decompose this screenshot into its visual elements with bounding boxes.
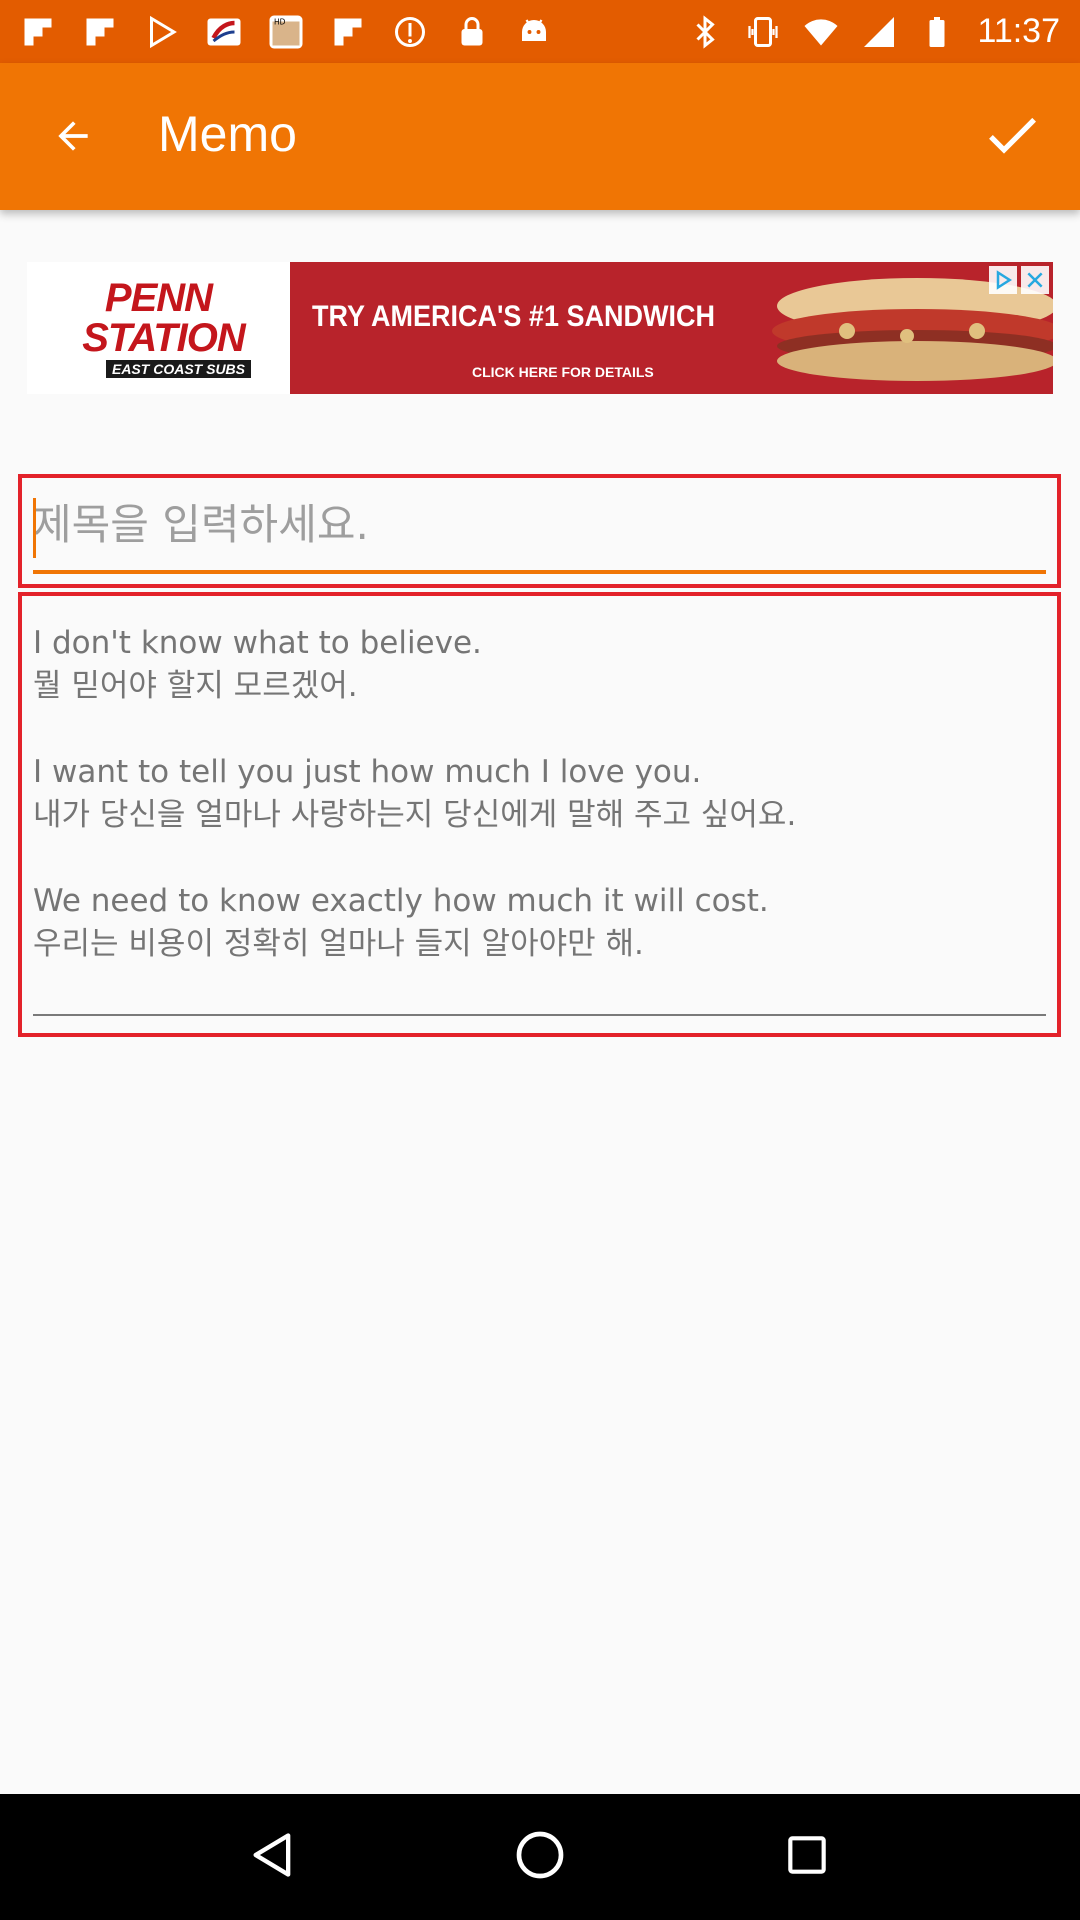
nav-home-icon bbox=[512, 1827, 568, 1887]
nav-recents-icon bbox=[782, 1830, 832, 1884]
android-icon bbox=[516, 14, 552, 50]
status-bar: HD 11:37 bbox=[0, 0, 1080, 63]
nav-home-button[interactable] bbox=[495, 1812, 585, 1902]
wifi-icon bbox=[803, 14, 839, 50]
system-status: 11:37 bbox=[687, 12, 1060, 51]
ad-logo: PENN STATION EAST COAST SUBS bbox=[27, 262, 290, 394]
body-underline bbox=[33, 1014, 1046, 1016]
memo-body-text[interactable]: I don't know what to believe. 뭘 믿어야 할지 모… bbox=[33, 622, 1046, 966]
arrow-back-icon bbox=[51, 114, 95, 162]
close-icon[interactable] bbox=[1021, 266, 1049, 294]
ad-choices bbox=[989, 266, 1049, 294]
play-store-icon bbox=[144, 14, 180, 50]
title-underline bbox=[33, 570, 1046, 574]
flipboard-icon bbox=[20, 14, 56, 50]
nav-recents-button[interactable] bbox=[762, 1812, 852, 1902]
info-circle-icon bbox=[392, 14, 428, 50]
hd-photo-icon: HD bbox=[268, 14, 304, 50]
body-field-container[interactable]: I don't know what to believe. 뭘 믿어야 할지 모… bbox=[18, 592, 1061, 1037]
nav-back-button[interactable] bbox=[228, 1812, 318, 1902]
text-cursor bbox=[33, 498, 36, 558]
back-button[interactable] bbox=[38, 103, 108, 173]
flipboard-icon bbox=[82, 14, 118, 50]
lock-icon bbox=[454, 14, 490, 50]
flipboard-icon bbox=[330, 14, 366, 50]
page-title: Memo bbox=[158, 106, 297, 162]
ad-headline: TRY AMERICA'S #1 SANDWICH bbox=[312, 300, 715, 333]
ad-logo-line2: STATION bbox=[82, 316, 246, 360]
signal-icon bbox=[861, 14, 897, 50]
malaysia-airlines-icon bbox=[206, 14, 242, 50]
vibrate-icon bbox=[745, 14, 781, 50]
ad-logo-sub: EAST COAST SUBS bbox=[105, 360, 251, 378]
bluetooth-icon bbox=[687, 14, 723, 50]
ad-info-icon[interactable] bbox=[989, 266, 1017, 294]
battery-icon bbox=[919, 14, 955, 50]
save-button[interactable] bbox=[972, 97, 1052, 177]
notification-icons: HD bbox=[20, 14, 552, 50]
ad-logo-line1: PENN bbox=[104, 276, 213, 320]
title-input[interactable] bbox=[33, 494, 1046, 554]
check-icon bbox=[980, 103, 1044, 171]
app-bar: Memo bbox=[0, 63, 1080, 210]
svg-text:HD: HD bbox=[274, 17, 286, 26]
memo-screen: HD 11:37 Memo PENN STATION EAST COAST SU… bbox=[0, 0, 1080, 1920]
ad-banner[interactable]: PENN STATION EAST COAST SUBS TRY AMERICA… bbox=[27, 262, 1053, 394]
ad-cta: CLICK HERE FOR DETAILS bbox=[472, 364, 654, 380]
nav-back-icon bbox=[247, 1829, 299, 1885]
navigation-bar bbox=[0, 1794, 1080, 1920]
title-field-container bbox=[18, 474, 1061, 588]
status-time: 11:37 bbox=[977, 12, 1060, 50]
